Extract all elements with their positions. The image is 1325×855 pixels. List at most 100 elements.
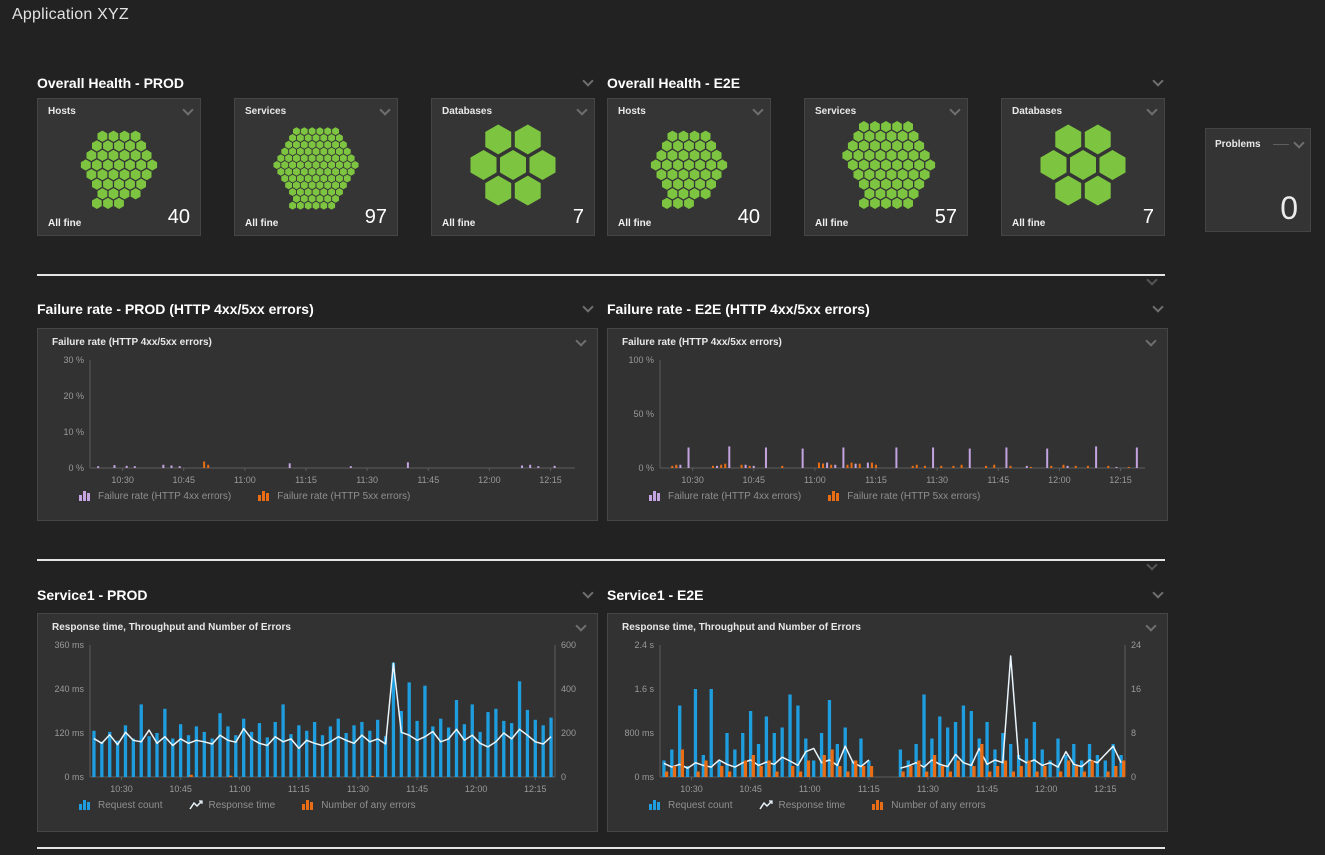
legend-item[interactable]: Failure rate (HTTP 4xx errors) bbox=[78, 490, 231, 502]
healthy-hexagon bbox=[842, 150, 852, 161]
healthy-hexagon bbox=[317, 168, 324, 176]
health-tile-databases-prod[interactable]: Databases All fine7 bbox=[431, 98, 595, 236]
healthy-hexagon bbox=[281, 161, 288, 169]
legend-item[interactable]: Request count bbox=[648, 799, 733, 811]
health-tile-services-e2e[interactable]: Services All fine57 bbox=[804, 98, 968, 236]
healthy-hexagon bbox=[98, 131, 108, 142]
healthy-hexagon bbox=[92, 179, 102, 190]
legend-item[interactable]: Request count bbox=[78, 799, 163, 811]
healthy-hexagon bbox=[1055, 125, 1081, 155]
healthy-hexagon bbox=[313, 134, 320, 142]
legend-item[interactable]: Number of any errors bbox=[871, 799, 985, 811]
chevron-down-icon[interactable] bbox=[582, 587, 593, 598]
chevron-down-icon[interactable] bbox=[1152, 301, 1163, 312]
chevron-down-icon[interactable] bbox=[1146, 104, 1157, 115]
healthy-hexagon bbox=[125, 140, 135, 151]
healthy-hexagon bbox=[344, 175, 351, 183]
axis-tick-label: 11:45 bbox=[987, 475, 1009, 485]
healthy-hexagon bbox=[109, 188, 119, 199]
healthy-hexagon bbox=[679, 150, 689, 161]
healthy-hexagon bbox=[285, 181, 292, 189]
chevron-down-icon[interactable] bbox=[1146, 559, 1157, 570]
healthy-hexagon bbox=[293, 195, 300, 203]
healthy-hexagon bbox=[309, 141, 316, 149]
chart-tile-failure-rate-prod[interactable]: Failure rate (HTTP 4xx/5xx errors) 30 %2… bbox=[37, 328, 598, 521]
healthy-hexagon bbox=[881, 179, 891, 190]
healthy-hexagon bbox=[120, 169, 130, 180]
axis-tick-label: 1.6 s bbox=[634, 684, 654, 694]
chevron-down-icon[interactable] bbox=[379, 104, 390, 115]
failure-rate-e2e-chart[interactable]: 100 %50 %0 %10:3010:4511:0011:1511:3011:… bbox=[616, 352, 1159, 486]
healthy-hexagon bbox=[662, 140, 672, 151]
healthy-hexagon bbox=[114, 140, 124, 151]
healthy-hexagon bbox=[320, 134, 327, 142]
legend-item[interactable]: Failure rate (HTTP 5xx errors) bbox=[257, 490, 410, 502]
chart-tile-service1-prod[interactable]: Response time, Throughput and Number of … bbox=[37, 613, 598, 832]
chevron-down-icon[interactable] bbox=[1293, 137, 1304, 148]
healthy-hexagon bbox=[317, 127, 324, 135]
healthy-hexagon bbox=[293, 181, 300, 189]
chart-tile-failure-rate-e2e[interactable]: Failure rate (HTTP 4xx/5xx errors) 100 %… bbox=[607, 328, 1168, 521]
health-tile-hosts-prod[interactable]: Hosts All fine40 bbox=[37, 98, 201, 236]
healthy-hexagon bbox=[285, 154, 292, 162]
section-header-overall-health-prod: Overall Health - PROD bbox=[37, 72, 592, 94]
chevron-down-icon[interactable] bbox=[182, 104, 193, 115]
axis-tick-label: 12:00 bbox=[465, 784, 488, 794]
legend-item[interactable]: Failure rate (HTTP 5xx errors) bbox=[827, 490, 980, 502]
healthy-hexagon bbox=[320, 161, 327, 169]
chevron-down-icon[interactable] bbox=[752, 104, 763, 115]
healthy-hexagon bbox=[695, 179, 705, 190]
axis-tick-label: 8 bbox=[1131, 728, 1136, 738]
healthy-hexagon bbox=[324, 181, 331, 189]
chevron-down-icon[interactable] bbox=[1145, 335, 1156, 346]
chevron-down-icon[interactable] bbox=[575, 620, 586, 631]
service1-prod-chart[interactable]: 360 ms240 ms120 ms0 ms600400200010:3010:… bbox=[46, 637, 589, 795]
legend-item[interactable]: Number of any errors bbox=[301, 799, 415, 811]
tile-title: Databases bbox=[442, 106, 492, 117]
section-title: Service1 - E2E bbox=[607, 587, 704, 603]
health-tile-databases-e2e[interactable]: Databases All fine7 bbox=[1001, 98, 1165, 236]
axis-tick-label: 10:30 bbox=[680, 784, 703, 794]
chevron-down-icon[interactable] bbox=[582, 75, 593, 86]
health-tile-hosts-e2e[interactable]: Hosts All fine40 bbox=[607, 98, 771, 236]
healthy-hexagon bbox=[668, 188, 678, 199]
axis-tick-label: 11:00 bbox=[804, 475, 826, 485]
healthy-hexagon bbox=[701, 169, 711, 180]
legend-item[interactable]: Failure rate (HTTP 4xx errors) bbox=[648, 490, 801, 502]
healthy-hexagon bbox=[673, 179, 683, 190]
chart-tile-service1-e2e[interactable]: Response time, Throughput and Number of … bbox=[607, 613, 1168, 832]
chevron-down-icon[interactable] bbox=[1145, 620, 1156, 631]
section-header-service1-e2e: Service1 - E2E bbox=[607, 584, 1162, 606]
healthy-hexagon bbox=[324, 195, 331, 203]
legend-item[interactable]: Response time bbox=[189, 799, 276, 811]
chevron-down-icon[interactable] bbox=[575, 335, 586, 346]
chevron-down-icon[interactable] bbox=[1152, 587, 1163, 598]
axis-tick-label: 11:00 bbox=[234, 475, 256, 485]
chevron-down-icon[interactable] bbox=[1146, 274, 1157, 285]
chevron-down-icon[interactable] bbox=[949, 104, 960, 115]
healthy-hexagon bbox=[701, 131, 711, 142]
failure-rate-prod-chart[interactable]: 30 %20 %10 %0 %10:3010:4511:0011:1511:30… bbox=[46, 352, 589, 486]
healthy-hexagon bbox=[920, 150, 930, 161]
honeycomb-services bbox=[805, 119, 967, 211]
healthy-hexagon bbox=[297, 134, 304, 142]
healthy-hexagon bbox=[673, 159, 683, 170]
healthy-hexagon bbox=[859, 140, 869, 151]
axis-tick-label: 11:15 bbox=[858, 784, 880, 794]
axis-tick-label: 10:45 bbox=[742, 475, 765, 485]
service1-e2e-chart[interactable]: 2.4 s1.6 s800 ms0 ms24168010:3010:4511:0… bbox=[616, 637, 1159, 795]
healthy-hexagon bbox=[305, 175, 312, 183]
legend-item[interactable]: Response time bbox=[759, 799, 846, 811]
health-tile-services-prod[interactable]: Services All fine97 bbox=[234, 98, 398, 236]
healthy-hexagon bbox=[909, 188, 919, 199]
bar-series-icon bbox=[257, 490, 272, 502]
healthy-hexagon bbox=[293, 141, 300, 149]
healthy-hexagon bbox=[340, 181, 347, 189]
chevron-down-icon[interactable] bbox=[582, 301, 593, 312]
chevron-down-icon[interactable] bbox=[1152, 75, 1163, 86]
chart-title: Response time, Throughput and Number of … bbox=[622, 622, 861, 633]
healthy-hexagon bbox=[887, 188, 897, 199]
problems-tile[interactable]: Problems 0 bbox=[1205, 128, 1311, 232]
healthy-hexagon bbox=[870, 159, 880, 170]
chevron-down-icon[interactable] bbox=[576, 104, 587, 115]
